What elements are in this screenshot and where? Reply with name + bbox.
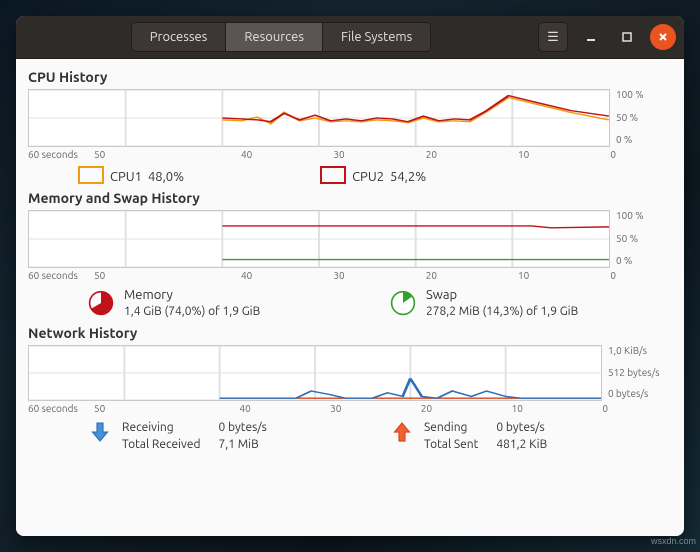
- hamburger-menu-button[interactable]: ☰: [538, 22, 568, 52]
- close-icon: [657, 31, 669, 43]
- tab-filesystems[interactable]: File Systems: [323, 22, 431, 52]
- watermark: wsxdn.com: [651, 536, 696, 546]
- net-chart: [28, 345, 602, 401]
- maximize-icon: [621, 31, 633, 43]
- legend-cpu2: CPU2 54,2%: [320, 166, 426, 184]
- mem-x-label: 60 seconds: [28, 270, 94, 281]
- memory-legend: Memory 1,4 GiB (74,0%) of 1,9 GiB: [88, 287, 370, 319]
- send-total: 481,2 KiB: [496, 437, 547, 453]
- cpu-x-ticks: 50 40 30 20 10 0: [94, 149, 616, 160]
- hamburger-icon: ☰: [547, 30, 559, 45]
- send-rate: 0 bytes/s: [496, 420, 547, 436]
- cpu-x-label: 60 seconds: [28, 149, 94, 160]
- cpu-chart: [28, 89, 610, 147]
- net-receiving: Receiving 0 bytes/s Total Received 7,1 M…: [88, 420, 370, 452]
- mem-y-axis: 100 % 50 % 0 %: [610, 208, 672, 268]
- mem-chart: [28, 210, 610, 268]
- memory-label: Memory: [124, 287, 260, 304]
- cpu-y-0: 0 %: [616, 134, 672, 145]
- tab-resources[interactable]: Resources: [226, 22, 323, 52]
- cpu1-swatch: [78, 166, 104, 184]
- recv-rate: 0 bytes/s: [218, 420, 266, 436]
- legend-cpu1: CPU1 48,0%: [78, 166, 184, 184]
- net-y-axis: 1,0 KiB/s 512 bytes/s 0 bytes/s: [602, 343, 672, 401]
- section-title-net: Network History: [28, 325, 672, 341]
- recv-total-label: Total Received: [122, 437, 200, 453]
- titlebar: Processes Resources File Systems ☰: [16, 16, 684, 59]
- memory-value: 1,4 GiB (74,0%) of 1,9 GiB: [124, 304, 260, 320]
- recv-label: Receiving: [122, 420, 200, 436]
- download-arrow-icon: [88, 420, 112, 444]
- cpu-y-50: 50 %: [616, 112, 672, 123]
- system-monitor-window: Processes Resources File Systems ☰: [16, 16, 684, 536]
- cpu-y-100: 100 %: [616, 89, 672, 100]
- send-total-label: Total Sent: [424, 437, 478, 453]
- net-sending: Sending 0 bytes/s Total Sent 481,2 KiB: [390, 420, 672, 452]
- recv-total: 7,1 MiB: [218, 437, 266, 453]
- close-button[interactable]: [650, 24, 676, 50]
- maximize-button[interactable]: [614, 24, 640, 50]
- tab-processes[interactable]: Processes: [131, 22, 227, 52]
- cpu2-swatch: [320, 166, 346, 184]
- upload-arrow-icon: [390, 420, 414, 444]
- minimize-button[interactable]: [578, 24, 604, 50]
- cpu-legend: CPU1 48,0% CPU2 54,2%: [78, 166, 672, 184]
- mem-x-ticks: 50 40 30 20 10 0: [94, 270, 616, 281]
- memory-pie-icon: [88, 290, 114, 316]
- net-x-label: 60 seconds: [28, 403, 94, 414]
- send-label: Sending: [424, 420, 478, 436]
- cpu-y-axis: 100 % 50 % 0 %: [610, 87, 672, 147]
- swap-legend: Swap 278,2 MiB (14,3%) of 1,9 GiB: [390, 287, 672, 319]
- net-x-ticks: 50 40 30 20 10 0: [94, 403, 608, 414]
- swap-label: Swap: [426, 287, 578, 304]
- swap-value: 278,2 MiB (14,3%) of 1,9 GiB: [426, 304, 578, 320]
- section-title-cpu: CPU History: [28, 69, 672, 85]
- view-tabs: Processes Resources File Systems: [131, 22, 431, 52]
- swap-pie-icon: [390, 290, 416, 316]
- minimize-icon: [585, 31, 597, 43]
- section-title-mem: Memory and Swap History: [28, 190, 672, 206]
